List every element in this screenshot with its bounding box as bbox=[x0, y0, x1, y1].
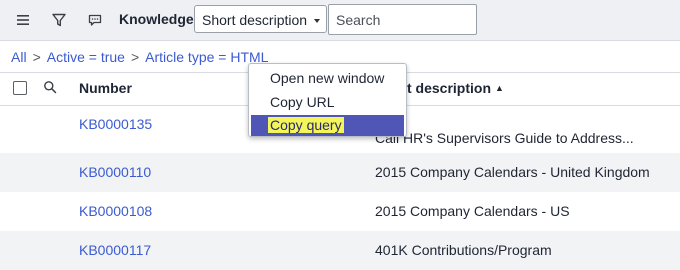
article-number-link[interactable]: KB0000117 bbox=[79, 242, 151, 258]
hamburger-menu-icon[interactable] bbox=[12, 9, 34, 31]
search-input[interactable] bbox=[328, 4, 477, 35]
breadcrumb-active-filter[interactable]: Active = true bbox=[47, 49, 125, 65]
menu-item-copy-query[interactable]: Copy query bbox=[251, 115, 404, 136]
funnel-icon[interactable] bbox=[48, 9, 70, 31]
article-description: Call HR's Supervisors Guide to Address..… bbox=[375, 130, 634, 146]
column-search-icon[interactable] bbox=[43, 80, 57, 99]
field-select[interactable]: Short description bbox=[194, 5, 327, 33]
menu-item-copy-query-label: Copy query bbox=[268, 117, 344, 133]
table-row: KB0000117 401K Contributions/Program bbox=[0, 231, 680, 270]
column-header-short-description-label: t description bbox=[407, 80, 492, 96]
menu-item-open-new-window[interactable]: Open new window bbox=[251, 68, 404, 89]
article-description: 2015 Company Calendars - United Kingdom bbox=[375, 164, 650, 180]
article-number-link[interactable]: KB0000135 bbox=[79, 116, 152, 132]
list-title: Knowledge bbox=[119, 11, 194, 27]
field-select-value: Short description bbox=[202, 12, 308, 28]
list-header: Knowledge Short description bbox=[0, 0, 680, 41]
sort-ascending-icon: ▲ bbox=[495, 83, 504, 93]
breadcrumb-separator: > bbox=[32, 49, 41, 65]
caret-down-icon bbox=[314, 19, 320, 23]
article-number-link[interactable]: KB0000110 bbox=[79, 164, 151, 180]
breadcrumb: All > Active = true > Article type = HTML bbox=[11, 49, 268, 65]
menu-item-copy-url[interactable]: Copy URL bbox=[251, 92, 404, 113]
column-header-short-description[interactable]: t description ▲ bbox=[407, 80, 504, 96]
breadcrumb-separator: > bbox=[130, 49, 140, 65]
column-header-number[interactable]: Number bbox=[79, 80, 132, 96]
chat-bubble-icon[interactable] bbox=[84, 9, 106, 31]
article-description: 401K Contributions/Program bbox=[375, 242, 552, 258]
article-number-link[interactable]: KB0000108 bbox=[79, 203, 152, 219]
article-description: 2015 Company Calendars - US bbox=[375, 203, 570, 219]
breadcrumb-context-menu: Open new window Copy URL Copy query bbox=[248, 63, 407, 137]
table-row: KB0000108 2015 Company Calendars - US bbox=[0, 192, 680, 231]
select-all-checkbox[interactable] bbox=[13, 81, 27, 95]
table-row: KB0000110 2015 Company Calendars - Unite… bbox=[0, 153, 680, 192]
breadcrumb-all[interactable]: All bbox=[11, 49, 27, 65]
